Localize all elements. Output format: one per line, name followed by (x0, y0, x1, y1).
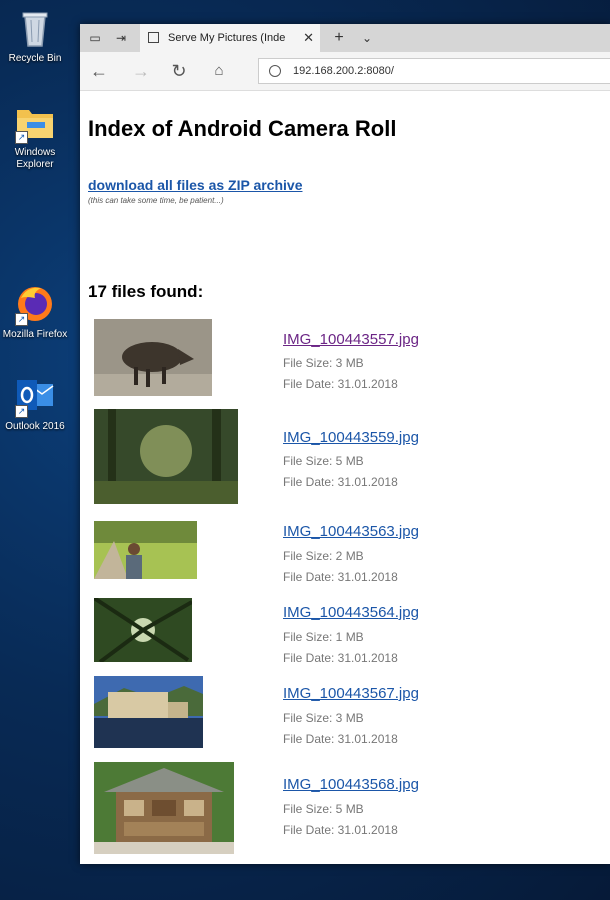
file-link[interactable]: IMG_100443563.jpg (283, 523, 419, 540)
thumbnail-image[interactable] (94, 762, 234, 854)
tab-set-aside-icon[interactable]: ▭ (86, 30, 104, 46)
desktop-icon-windows-explorer[interactable]: ↗ Windows Explorer (0, 100, 70, 171)
file-size: File Size: 2 MB (283, 549, 364, 563)
thumbnail-image[interactable] (94, 521, 197, 579)
shortcut-arrow-icon: ↗ (15, 405, 28, 418)
new-tab-icon[interactable]: + (330, 30, 348, 46)
url-text: 192.168.200.2:8080/ (293, 65, 394, 77)
desktop-icon-outlook[interactable]: ↗ Outlook 2016 (0, 374, 70, 433)
chevron-down-icon[interactable]: ⌄ (358, 30, 376, 46)
desktop-icon-firefox[interactable]: ↗ Mozilla Firefox (0, 282, 70, 341)
recycle-bin-icon (13, 6, 57, 50)
file-link[interactable]: IMG_100443557.jpg (283, 331, 419, 348)
page-content: Index of Android Camera Roll download al… (80, 90, 610, 864)
file-size: File Size: 3 MB (283, 711, 364, 725)
desktop-icon-label: Outlook 2016 (5, 421, 65, 432)
refresh-icon[interactable]: ↻ (168, 60, 190, 82)
file-link[interactable]: IMG_100443564.jpg (283, 604, 419, 621)
shortcut-arrow-icon: ↗ (15, 131, 28, 144)
file-size: File Size: 5 MB (283, 454, 364, 468)
file-date: File Date: 31.01.2018 (283, 651, 398, 665)
desktop-icon-recycle-bin[interactable]: Recycle Bin (0, 6, 70, 65)
file-date: File Date: 31.01.2018 (283, 570, 398, 584)
tab-preview-icon[interactable]: ⇥ (112, 30, 130, 46)
back-icon[interactable]: ← (88, 60, 110, 82)
file-link[interactable]: IMG_100443559.jpg (283, 429, 419, 446)
desktop-icon-label: Windows Explorer (14, 147, 56, 170)
files-found-count: 17 files found: (88, 282, 204, 301)
folder-icon: ↗ (13, 100, 57, 144)
tab-bar: ▭ ⇥ Serve My Pictures (Inde ✕ + ⌄ (80, 24, 610, 52)
desktop-icon-label: Recycle Bin (8, 53, 62, 64)
file-link[interactable]: IMG_100443568.jpg (283, 776, 419, 793)
file-link[interactable]: IMG_100443567.jpg (283, 685, 419, 702)
browser-window: ▭ ⇥ Serve My Pictures (Inde ✕ + ⌄ ← → ↻ … (80, 24, 610, 864)
tab-active[interactable]: Serve My Pictures (Inde ✕ (140, 24, 320, 52)
shortcut-arrow-icon: ↗ (15, 313, 28, 326)
page-icon (148, 32, 159, 43)
forward-icon[interactable]: → (130, 60, 152, 82)
firefox-icon: ↗ (13, 282, 57, 326)
thumbnail-image[interactable] (94, 676, 203, 748)
download-zip-link[interactable]: download all files as ZIP archive (88, 177, 302, 193)
home-icon[interactable]: ⌂ (208, 60, 230, 82)
tab-title: Serve My Pictures (Inde (168, 32, 286, 44)
file-size: File Size: 3 MB (283, 356, 364, 370)
thumbnail-image[interactable] (94, 409, 238, 504)
thumbnail-image[interactable] (94, 319, 212, 396)
page-title: Index of Android Camera Roll (88, 116, 397, 141)
address-bar-row: ← → ↻ ⌂ 192.168.200.2:8080/ (80, 52, 610, 91)
globe-icon (269, 65, 281, 77)
file-size: File Size: 5 MB (283, 802, 364, 816)
file-date: File Date: 31.01.2018 (283, 732, 398, 746)
zip-note: (this can take some time, be patient...) (88, 196, 224, 205)
desktop-icon-label: Mozilla Firefox (2, 329, 68, 340)
address-bar[interactable]: 192.168.200.2:8080/ (258, 58, 610, 84)
file-size: File Size: 1 MB (283, 630, 364, 644)
file-date: File Date: 31.01.2018 (283, 377, 398, 391)
thumbnail-image[interactable] (94, 598, 192, 662)
close-tab-icon[interactable]: ✕ (303, 24, 314, 52)
outlook-icon: ↗ (13, 374, 57, 418)
file-date: File Date: 31.01.2018 (283, 475, 398, 489)
file-date: File Date: 31.01.2018 (283, 823, 398, 837)
